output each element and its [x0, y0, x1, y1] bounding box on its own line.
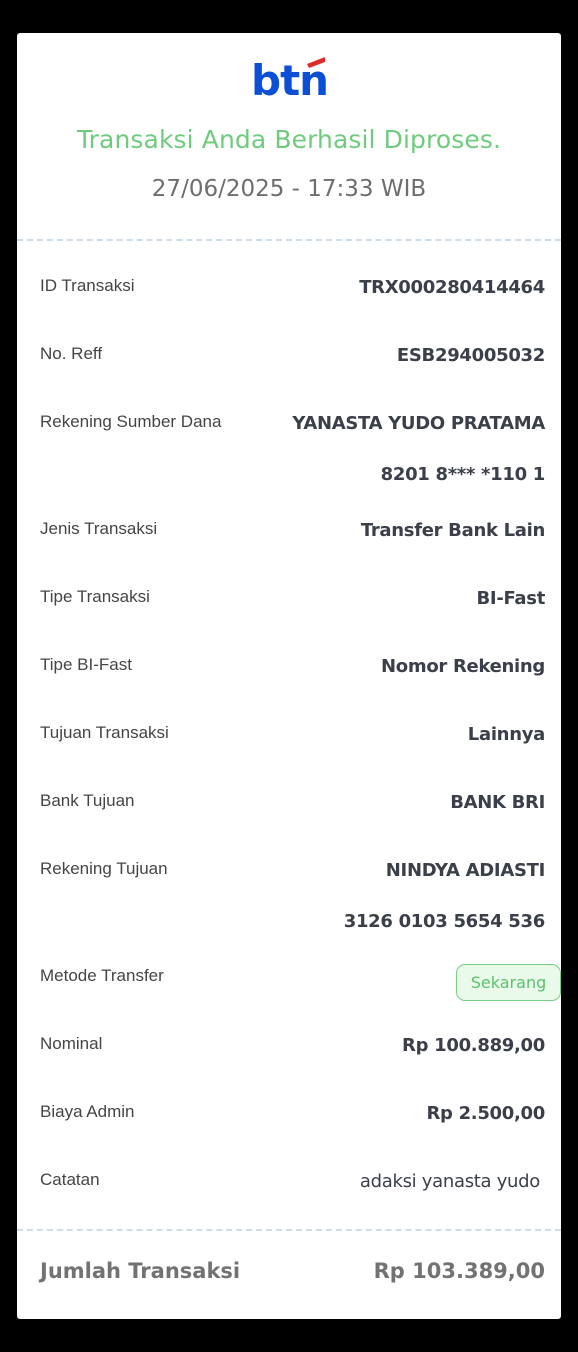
bottom-divider	[17, 1229, 561, 1231]
tujuan-transaksi-label: Tujuan Transaksi	[40, 723, 169, 742]
metode-transfer-label: Metode Transfer	[40, 966, 164, 985]
id-transaksi-label: ID Transaksi	[40, 276, 135, 295]
jenis-transaksi-value: Transfer Bank Lain	[360, 520, 545, 541]
rekening-sumber-number: 8201 8*** *110 1	[380, 464, 546, 485]
rekening-tujuan-label: Rekening Tujuan	[40, 859, 168, 878]
no-reff-value: ESB294005032	[396, 345, 545, 366]
biaya-admin-label: Biaya Admin	[40, 1102, 135, 1121]
metode-transfer-badge: Sekarang	[456, 964, 561, 1001]
id-transaksi-value: TRX000280414464	[359, 277, 545, 298]
btn-logo: btn	[17, 55, 561, 106]
nominal-label: Nominal	[40, 1034, 103, 1053]
bank-tujuan-value: BANK BRI	[450, 792, 545, 813]
tipe-bifast-value: Nomor Rekening	[381, 656, 545, 677]
rekening-tujuan-name: NINDYA ADIASTI	[385, 860, 546, 881]
transaction-datetime: 27/06/2025 - 17:33 WIB	[151, 176, 427, 202]
total-label: Jumlah Transaksi	[40, 1259, 241, 1283]
total-value: Rp 103.389,00	[373, 1259, 545, 1283]
rekening-tujuan-number: 3126 0103 5654 536	[343, 911, 546, 932]
catatan-value: adaksi yanasta yudo	[359, 1171, 540, 1192]
nominal-value: Rp 100.889,00	[402, 1035, 545, 1056]
tipe-transaksi-value: BI-Fast	[476, 588, 546, 609]
success-message: Transaksi Anda Berhasil Diproses.	[76, 125, 502, 154]
btn-logo-icon: btn	[251, 56, 329, 105]
receipt-card: btn Transaksi Anda Berhasil Diproses. 27…	[17, 33, 561, 1319]
catatan-label: Catatan	[40, 1170, 100, 1189]
rekening-sumber-name: YANASTA YUDO PRATAMA	[292, 413, 545, 434]
no-reff-label: No. Reff	[40, 344, 103, 363]
rekening-sumber-label: Rekening Sumber Dana	[40, 412, 222, 431]
jenis-transaksi-label: Jenis Transaksi	[40, 519, 158, 538]
biaya-admin-value: Rp 2.500,00	[426, 1103, 545, 1124]
bank-tujuan-label: Bank Tujuan	[40, 791, 135, 810]
tipe-transaksi-label: Tipe Transaksi	[40, 587, 150, 606]
tipe-bifast-label: Tipe BI-Fast	[40, 655, 132, 674]
top-divider	[17, 239, 561, 241]
tujuan-transaksi-value: Lainnya	[467, 724, 546, 745]
